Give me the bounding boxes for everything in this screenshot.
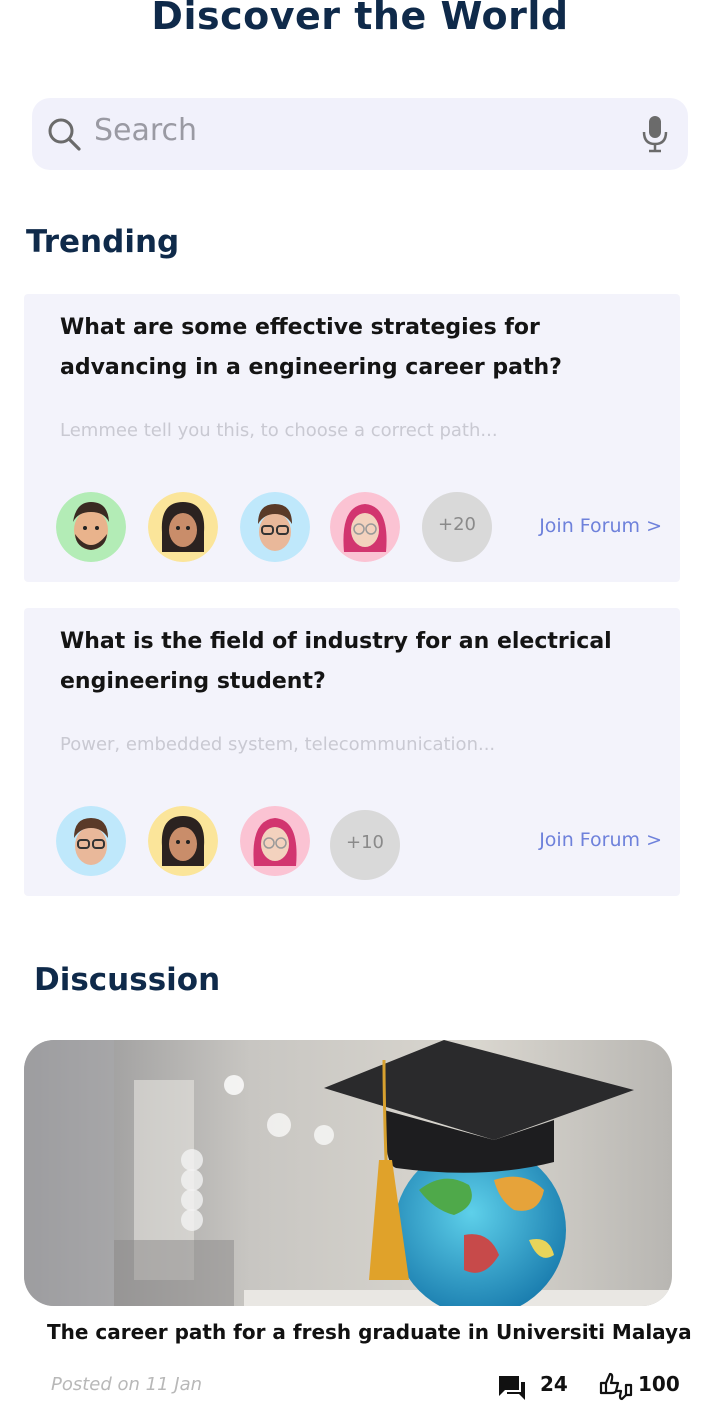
card-question: What is the field of industry for an ele… <box>60 629 612 694</box>
post-date: Posted on 11 Jan <box>51 1374 203 1395</box>
more-members-badge: +20 <box>422 492 492 562</box>
trending-card[interactable]: What is the field of industry for an ele… <box>24 608 680 896</box>
search-input[interactable]: Search <box>94 113 197 148</box>
comment-icon[interactable] <box>497 1374 527 1402</box>
search-icon <box>48 118 81 151</box>
avatar <box>56 492 126 562</box>
search-bar[interactable]: Search <box>32 98 688 170</box>
avatar <box>56 806 126 876</box>
avatar <box>148 492 218 562</box>
avatar <box>148 806 218 876</box>
page-title: Discover the World <box>151 0 569 38</box>
card-snippet: Lemmee tell you this, to choose a correc… <box>60 420 498 441</box>
trending-title: Trending <box>26 224 180 260</box>
mic-icon[interactable] <box>640 114 670 154</box>
post-title[interactable]: The career path for a fresh graduate in … <box>47 1320 692 1344</box>
avatar <box>240 492 310 562</box>
graduation-globe-illustration <box>24 1040 672 1306</box>
avatar <box>330 492 400 562</box>
like-count: 100 <box>638 1372 680 1396</box>
like-dislike-icon[interactable] <box>598 1371 634 1401</box>
discussion-image[interactable] <box>24 1040 672 1306</box>
comment-count: 24 <box>540 1372 568 1396</box>
card-snippet: Power, embedded system, telecommunicatio… <box>60 734 496 755</box>
avatar <box>240 806 310 876</box>
more-members-badge: +10 <box>330 810 400 880</box>
discussion-title: Discussion <box>34 962 221 998</box>
card-question: What are some effective strategies for a… <box>60 315 562 380</box>
join-forum-link[interactable]: Join Forum > <box>539 515 662 537</box>
join-forum-link[interactable]: Join Forum > <box>539 829 662 851</box>
trending-card[interactable]: What are some effective strategies for a… <box>24 294 680 582</box>
